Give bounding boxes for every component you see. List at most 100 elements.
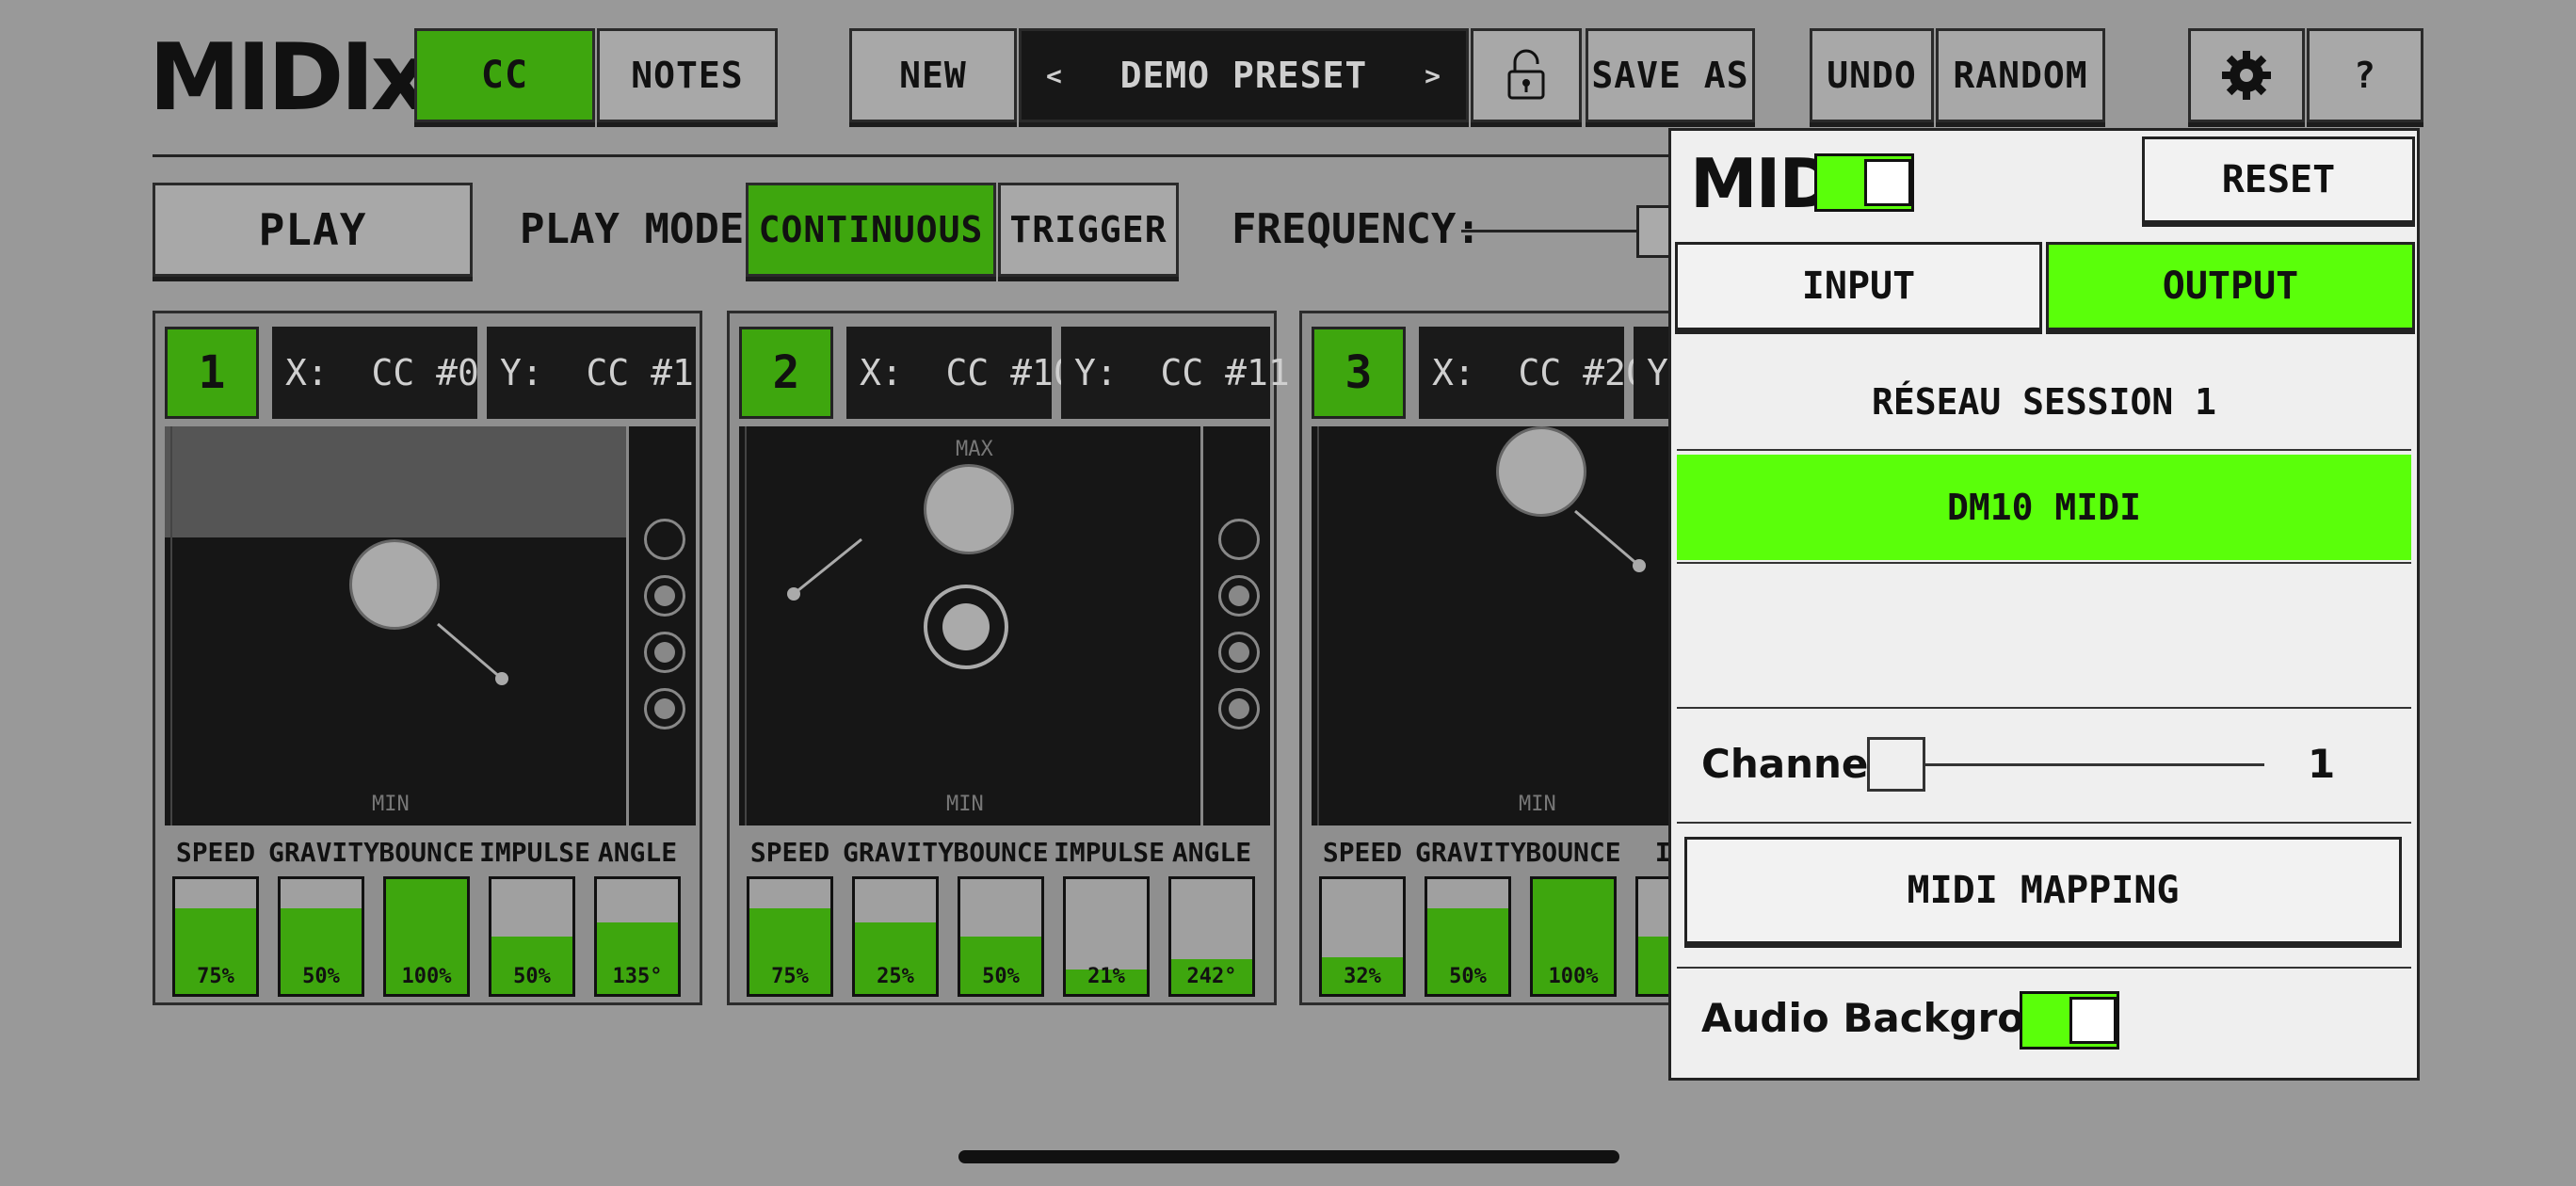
pad-number[interactable]: 2 — [739, 327, 833, 419]
slider-value: 50% — [302, 965, 340, 988]
slider-label: ANGLE — [597, 837, 678, 868]
slider-label: GRAVITY — [268, 837, 380, 868]
vertical-slider-speed[interactable]: 75% — [747, 876, 833, 997]
channel-slider-thumb[interactable] — [1867, 737, 1925, 792]
ring-mode-icon[interactable] — [644, 519, 685, 560]
vertical-slider-speed[interactable]: 75% — [172, 876, 259, 997]
undo-button[interactable]: UNDO — [1810, 28, 1934, 122]
channel-slider-track[interactable] — [1884, 763, 2264, 766]
new-preset-button[interactable]: NEW — [849, 28, 1017, 122]
continuous-label: CONTINUOUS — [758, 209, 984, 250]
midi-mapping-label: MIDI MAPPING — [1907, 869, 2180, 912]
midi-settings-panel: MIDI RESET INPUT OUTPUT RÉSEAU SESSION 1… — [1668, 128, 2420, 1081]
bouncing-ball[interactable] — [349, 539, 440, 630]
burst-mode-icon[interactable] — [1218, 688, 1260, 729]
help-button[interactable]: ? — [2307, 28, 2423, 122]
solid-mode-icon[interactable] — [644, 575, 685, 617]
ring-mode-icon[interactable] — [1218, 519, 1260, 560]
vertical-slider-bounce[interactable]: 100% — [383, 876, 470, 997]
vertical-slider-impulse[interactable]: 21% — [1063, 876, 1150, 997]
vertical-slider-gravity[interactable]: 50% — [1425, 876, 1511, 997]
vertical-slider-bounce[interactable]: 100% — [1530, 876, 1617, 997]
notes-button[interactable]: NOTES — [597, 28, 778, 122]
target-ring-icon — [924, 585, 1008, 669]
vertical-slider-gravity[interactable]: 50% — [278, 876, 364, 997]
slider-value: 21% — [1087, 965, 1125, 988]
vertical-slider-speed[interactable]: 32% — [1319, 876, 1406, 997]
device-name: RÉSEAU SESSION 1 — [1871, 381, 2217, 423]
midi-toggle-knob — [1864, 159, 1911, 206]
slider-label: BOUNCE — [1525, 837, 1621, 868]
device-name: DM10 MIDI — [1947, 487, 2141, 528]
new-label: NEW — [899, 55, 967, 96]
slider-label: IMPULSE — [479, 837, 591, 868]
x-cc-assignment[interactable]: X: CC #0 — [272, 327, 479, 419]
next-preset-button[interactable]: > — [1425, 60, 1441, 91]
save-as-label: SAVE AS — [1591, 55, 1749, 96]
audio-toggle-knob — [2069, 997, 2117, 1044]
ball-mode-sidebar[interactable] — [626, 426, 696, 825]
home-indicator[interactable] — [958, 1150, 1619, 1163]
x-cc-assignment[interactable]: X: CC #10 — [846, 327, 1075, 419]
app-logo: MIDIx — [149, 24, 430, 132]
section-divider — [1677, 822, 2411, 824]
trigger-mode-button[interactable]: TRIGGER — [998, 183, 1179, 277]
output-label: OUTPUT — [2162, 264, 2299, 308]
lock-button[interactable] — [1471, 28, 1582, 122]
solid-mode-icon[interactable] — [1218, 575, 1260, 617]
input-tab[interactable]: INPUT — [1675, 242, 2042, 330]
vertical-slider-gravity[interactable]: 25% — [852, 876, 939, 997]
bouncing-ball[interactable] — [924, 464, 1014, 554]
slider-label: SPEED — [749, 837, 830, 868]
burst-mode-icon[interactable] — [644, 688, 685, 729]
channel-value: 1 — [2308, 741, 2336, 787]
save-as-button[interactable]: SAVE AS — [1586, 28, 1755, 122]
arena-ticks — [165, 426, 172, 825]
continuous-mode-button[interactable]: CONTINUOUS — [746, 183, 996, 277]
slider-label: ANGLE — [1171, 837, 1252, 868]
xy-pad-3: 3 X: CC #20 Y MIN SPEED 32% GRAVITY 50% BOUN… — [1299, 311, 1843, 1005]
preset-selector[interactable]: < DEMO PRESET > — [1019, 28, 1469, 122]
vertical-slider-angle[interactable]: 135° — [594, 876, 681, 997]
play-button[interactable]: PLAY — [153, 183, 473, 277]
pad-number[interactable]: 3 — [1312, 327, 1406, 419]
gear-icon — [2222, 51, 2271, 100]
midi-enable-toggle[interactable] — [1814, 153, 1914, 212]
orbit-mode-icon[interactable] — [644, 632, 685, 673]
section-divider — [1677, 707, 2411, 709]
reset-button[interactable]: RESET — [2142, 136, 2415, 223]
orbit-mode-icon[interactable] — [1218, 632, 1260, 673]
slider-value: 100% — [1548, 965, 1599, 988]
xy-arena[interactable]: MIN — [1312, 426, 1679, 825]
device-list-item[interactable]: RÉSEAU SESSION 1 — [1671, 355, 2417, 449]
vertical-slider-impulse[interactable]: 50% — [489, 876, 575, 997]
audio-background-toggle[interactable] — [2020, 991, 2119, 1050]
reset-label: RESET — [2221, 158, 2336, 201]
unlock-icon — [1507, 49, 1545, 100]
device-list-item-selected[interactable]: DM10 MIDI — [1677, 455, 2411, 560]
slider-value: 242° — [1186, 965, 1237, 988]
vertical-slider-bounce[interactable]: 50% — [958, 876, 1044, 997]
x-cc-assignment[interactable]: X: CC #20 — [1419, 327, 1648, 419]
xy-arena[interactable]: MIN MAX — [739, 426, 1200, 825]
y-cc-assignment[interactable]: Y: CC #11 — [1061, 327, 1290, 419]
min-label: MIN — [1519, 793, 1556, 816]
random-button[interactable]: RANDOM — [1936, 28, 2105, 122]
y-cc-assignment[interactable]: Y: CC #1 — [487, 327, 696, 419]
cc-button[interactable]: CC — [414, 28, 595, 122]
midi-mapping-button[interactable]: MIDI MAPPING — [1684, 837, 2402, 944]
settings-button[interactable] — [2188, 28, 2305, 122]
pad-number[interactable]: 1 — [165, 327, 259, 419]
slider-label: IMPULSE — [1054, 837, 1166, 868]
xy-pad-1: 1 X: CC #0 Y: CC #1 MIN SPEED 75% GRAVITY 5… — [153, 311, 702, 1005]
slider-label: GRAVITY — [843, 837, 955, 868]
input-label: INPUT — [1801, 264, 1916, 308]
prev-preset-button[interactable]: < — [1046, 60, 1063, 91]
notes-label: NOTES — [631, 55, 744, 96]
output-tab[interactable]: OUTPUT — [2046, 242, 2415, 330]
direction-arrow-icon — [787, 537, 862, 601]
vertical-slider-angle[interactable]: 242° — [1168, 876, 1255, 997]
ball-mode-sidebar[interactable] — [1200, 426, 1270, 825]
header-divider — [153, 154, 1678, 157]
xy-arena[interactable]: MIN — [165, 426, 626, 825]
